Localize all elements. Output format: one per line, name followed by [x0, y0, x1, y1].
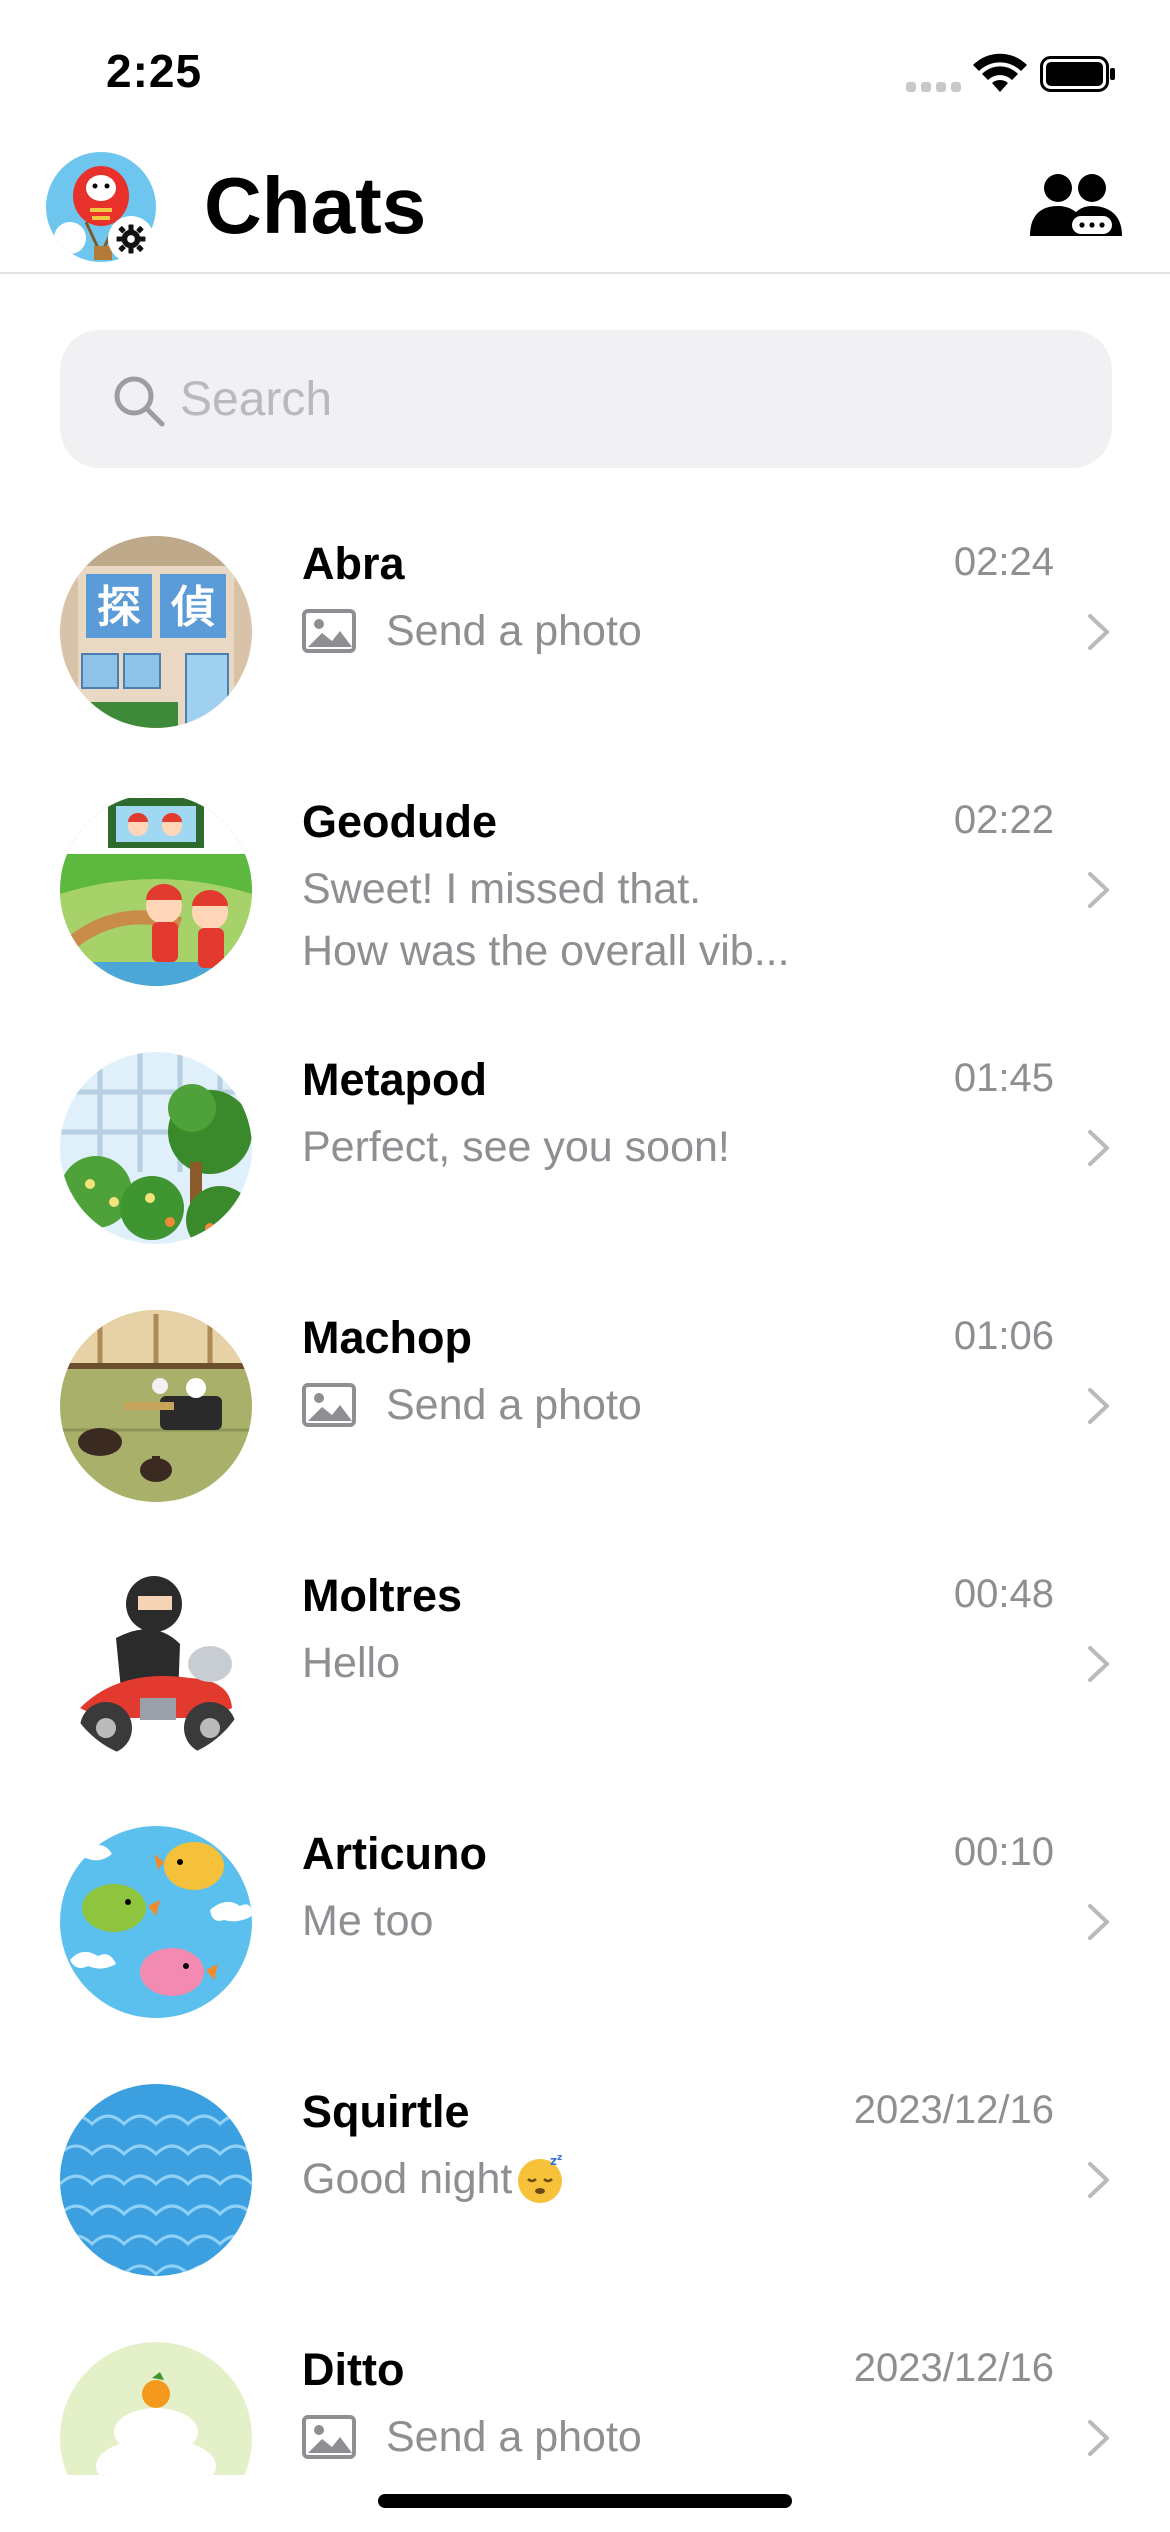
chat-row-moltres[interactable]: Moltres 00:48 Hello: [0, 1532, 1170, 1790]
wave-pattern-avatar: [60, 2084, 252, 2276]
chat-preview-text: Send a photo: [386, 2413, 642, 2461]
page-title: Chats: [204, 161, 427, 250]
chat-name: Moltres: [302, 1570, 463, 1621]
chevron-right-icon: [1088, 1130, 1109, 1166]
chevron-right-icon: [1088, 614, 1109, 650]
chat-time: 2023/12/16: [853, 2346, 1054, 2390]
chevron-right-icon: [1088, 2420, 1109, 2456]
chat-row-geodude[interactable]: Geodude 02:22 Sweet! I missed that. How …: [0, 758, 1170, 1016]
detective-building-avatar: 探 偵: [60, 536, 252, 728]
chat-time: 02:22: [953, 798, 1054, 842]
chat-preview: Send a photo: [302, 600, 862, 662]
chevron-right-icon: [1088, 2162, 1109, 2198]
greenhouse-avatar: [60, 1052, 252, 1244]
photo-icon: [302, 609, 356, 653]
chevron-right-icon: [1088, 1388, 1109, 1424]
chat-preview: Good night z z: [302, 2148, 862, 2210]
chat-preview-text: Perfect, see you soon!: [302, 1123, 730, 1171]
chats-screen: 2:25 Chats Search 探 偵 Abra 02:24 Send a …: [0, 0, 1170, 2532]
chat-name: Ditto: [302, 2344, 405, 2395]
chevron-right-icon: [1088, 1646, 1109, 1682]
search-input[interactable]: [180, 360, 1060, 438]
chat-preview: Send a photo: [302, 1374, 862, 1436]
home-indicator[interactable]: [378, 2494, 792, 2508]
status-bar: 2:25: [0, 0, 1170, 140]
chat-name: Metapod: [302, 1054, 487, 1105]
chat-preview-text: Good night: [302, 2155, 513, 2203]
status-time: 2:25: [106, 45, 203, 97]
chat-preview-line: Sweet! I missed that.: [302, 865, 702, 913]
chat-row-metapod[interactable]: Metapod 01:45 Perfect, see you soon!: [0, 1016, 1170, 1274]
photo-icon: [302, 1383, 356, 1427]
chat-row-machop[interactable]: Machop 01:06 Send a photo: [0, 1274, 1170, 1532]
tea-ceremony-avatar: [60, 1310, 252, 1502]
chevron-right-icon: [1088, 872, 1109, 908]
chat-name: Machop: [302, 1312, 473, 1363]
chat-time: 00:48: [953, 1572, 1054, 1616]
chat-preview: Sweet! I missed that. How was the overal…: [302, 858, 862, 982]
sleeping-face-emoji-icon: z z: [518, 2153, 563, 2203]
chat-time: 2023/12/16: [853, 2088, 1054, 2132]
photo-icon: [302, 2415, 356, 2459]
contacts-icon[interactable]: [1028, 170, 1124, 240]
svg-text:探: 探: [97, 582, 141, 633]
wifi-icon: [973, 53, 1027, 92]
chat-name: Geodude: [302, 796, 498, 847]
settings-gear-icon[interactable]: [108, 216, 154, 262]
chat-preview-text: Send a photo: [386, 607, 642, 655]
chat-name: Abra: [302, 538, 405, 589]
chat-row-squirtle[interactable]: Squirtle 2023/12/16 Good night z z: [0, 2048, 1170, 2306]
svg-text:z: z: [557, 2153, 562, 2163]
chat-row-ditto[interactable]: Ditto 2023/12/16 Send a photo: [0, 2306, 1170, 2475]
birds-pattern-avatar: [60, 1826, 252, 2018]
search-icon: [114, 376, 165, 427]
battery-icon: [1040, 56, 1115, 92]
chat-preview: Me too: [302, 1890, 862, 1952]
chat-time: 01:45: [953, 1056, 1054, 1100]
chat-name: Squirtle: [302, 2086, 470, 2137]
chat-row-articuno[interactable]: Articuno 00:10 Me too: [0, 1790, 1170, 2048]
header: Chats: [0, 140, 1170, 274]
chat-name: Articuno: [302, 1828, 487, 1879]
cellular-signal-icon: [906, 82, 962, 92]
chevron-right-icon: [1088, 1904, 1109, 1940]
chat-preview: Hello: [302, 1632, 862, 1694]
ninja-motorcycle-avatar: [60, 1568, 252, 1760]
chat-preview-text: Send a photo: [386, 1381, 642, 1429]
chat-list: 探 偵 Abra 02:24 Send a photo Geodude 02:2…: [0, 500, 1170, 2475]
chat-preview-line: How was the overall vib...: [302, 927, 790, 975]
svg-text:偵: 偵: [170, 582, 215, 633]
search-bar[interactable]: [60, 330, 1112, 468]
chat-preview-text: Me too: [302, 1897, 434, 1945]
kagami-mochi-avatar: [60, 2342, 252, 2475]
chat-time: 00:10: [953, 1830, 1054, 1874]
chat-row-abra[interactable]: 探 偵 Abra 02:24 Send a photo: [0, 500, 1170, 758]
chat-time: 02:24: [953, 540, 1054, 584]
chat-preview-text: Hello: [302, 1639, 400, 1687]
baseball-fans-avatar: [60, 794, 252, 986]
chat-preview: Perfect, see you soon!: [302, 1116, 862, 1178]
svg-text:z: z: [550, 2154, 557, 2168]
chat-time: 01:06: [953, 1314, 1054, 1358]
chat-preview: Send a photo: [302, 2406, 862, 2468]
